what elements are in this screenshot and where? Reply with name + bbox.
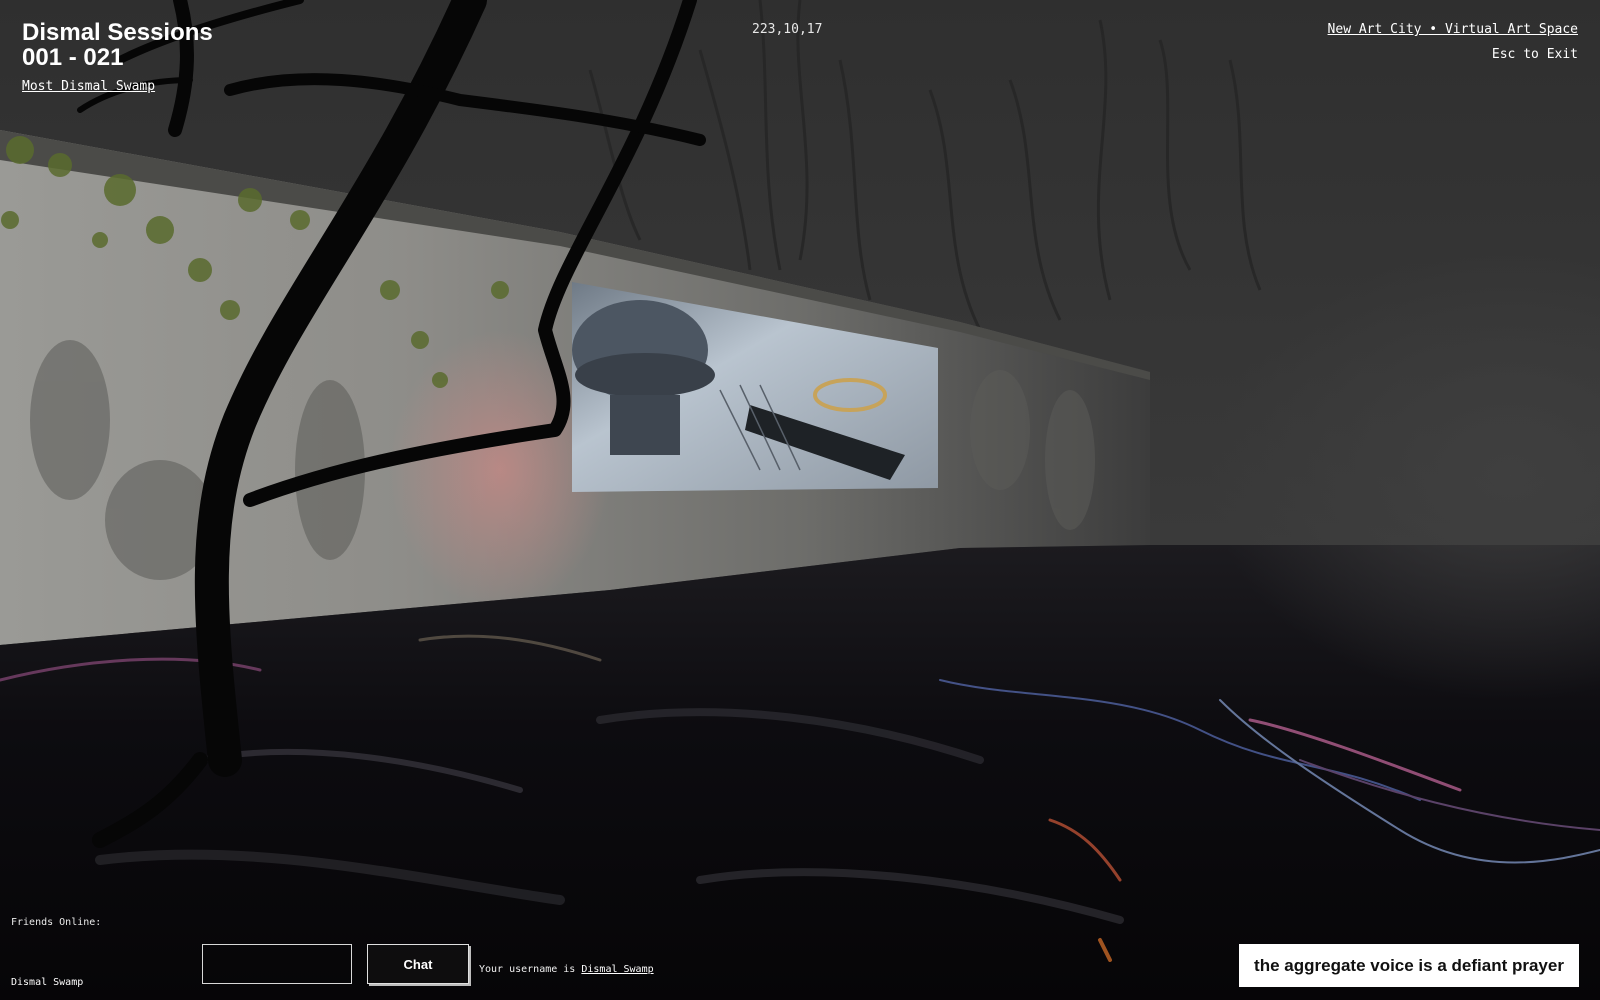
exit-hint: Esc to Exit bbox=[1491, 47, 1578, 62]
site-link[interactable]: New Art City • Virtual Art Space bbox=[1328, 22, 1578, 37]
username-line: Your username is Dismal Swamp bbox=[479, 964, 654, 975]
username-link[interactable]: Dismal Swamp bbox=[581, 964, 653, 975]
chat-button[interactable]: Chat bbox=[367, 944, 469, 984]
virtual-gallery-scene[interactable] bbox=[0, 0, 1600, 1000]
top-right-links: New Art City • Virtual Art Space Esc to … bbox=[1328, 22, 1578, 62]
caption-text: the aggregate voice is a defiant prayer bbox=[1254, 955, 1564, 975]
coordinates-readout: 223,10,17 bbox=[752, 22, 823, 37]
title-line-1: Dismal Sessions bbox=[22, 19, 213, 46]
friends-online-label: Friends Online: bbox=[11, 917, 102, 928]
scene-artwork bbox=[0, 0, 1600, 1000]
username-prefix: Your username is bbox=[479, 964, 582, 975]
chat-input[interactable] bbox=[202, 944, 352, 984]
caption-box: the aggregate voice is a defiant prayer bbox=[1239, 944, 1579, 987]
title-line-2: 001 - 021 bbox=[22, 44, 124, 71]
friend-name[interactable]: Dismal Swamp bbox=[11, 977, 83, 988]
space-link[interactable]: Most Dismal Swamp bbox=[22, 79, 155, 94]
page-title: Dismal Sessions 001 - 021 bbox=[22, 20, 213, 70]
